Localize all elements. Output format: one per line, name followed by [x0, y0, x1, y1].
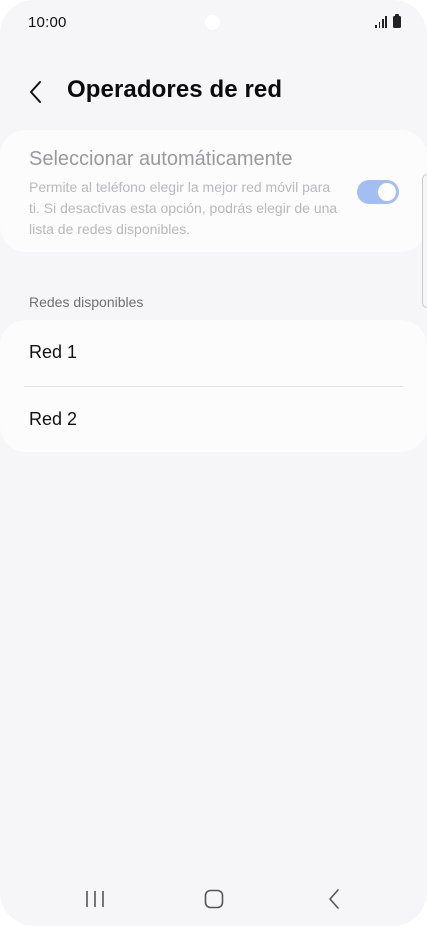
phone-screen: 10:00 Operadores de red Seleccionar auto…	[0, 0, 427, 926]
battery-icon	[393, 14, 401, 28]
auto-select-toggle[interactable]	[357, 180, 399, 204]
signal-bars-icon	[375, 16, 387, 28]
recent-apps-button[interactable]	[75, 886, 115, 912]
section-label-available-networks: Redes disponibles	[29, 294, 144, 310]
status-time: 10:00	[28, 14, 67, 31]
back-icon	[329, 889, 339, 909]
navigation-bar	[0, 872, 427, 926]
header: Operadores de red	[0, 70, 427, 114]
status-bar: 10:00	[0, 0, 427, 44]
toggle-knob	[378, 183, 396, 201]
page-title: Operadores de red	[67, 76, 283, 103]
auto-select-title: Seleccionar automáticamente	[29, 148, 293, 170]
home-button[interactable]	[194, 886, 234, 912]
network-item-red-2[interactable]: Red 2	[0, 387, 427, 453]
status-icons	[375, 14, 401, 28]
back-button[interactable]	[22, 78, 50, 106]
network-item-red-1[interactable]: Red 1	[0, 320, 427, 386]
home-icon	[204, 889, 224, 909]
scroll-handle[interactable]	[422, 174, 427, 308]
front-camera	[205, 15, 220, 30]
auto-select-card[interactable]: Seleccionar automáticamente Permite al t…	[0, 130, 427, 252]
network-list: Red 1 Red 2	[0, 320, 427, 452]
recent-apps-icon	[86, 891, 104, 907]
network-label: Red 2	[29, 409, 78, 429]
auto-select-description: Permite al teléfono elegir la mejor red …	[29, 179, 338, 237]
back-nav-button[interactable]	[314, 886, 354, 912]
chevron-left-icon	[30, 81, 41, 103]
network-label: Red 1	[29, 342, 78, 362]
